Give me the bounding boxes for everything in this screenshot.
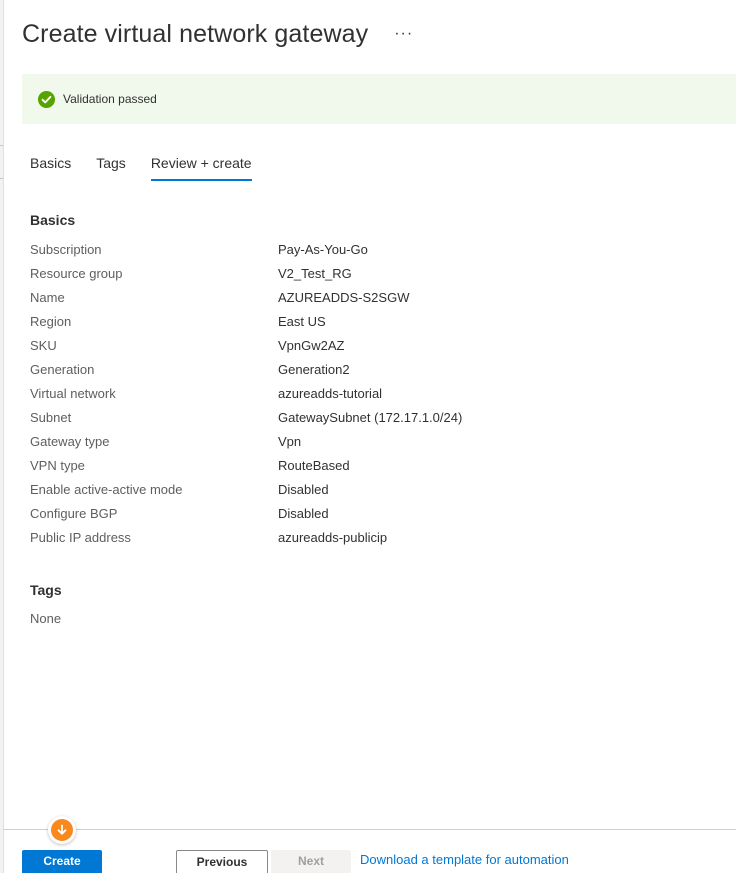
row-label: SKU (30, 338, 57, 353)
row-label: Enable active-active mode (30, 482, 183, 497)
tab-bar: Basics Tags Review + create (30, 148, 277, 182)
rail-divider (0, 145, 3, 146)
summary-row: Subnet GatewaySubnet (172.17.1.0/24) (30, 408, 710, 432)
row-label: VPN type (30, 458, 85, 473)
tab-tags[interactable]: Tags (96, 148, 126, 179)
previous-button[interactable]: Previous (176, 850, 268, 873)
basics-summary: Subscription Pay-As-You-Go Resource grou… (30, 240, 710, 552)
blade: Create virtual network gateway ··· Valid… (0, 0, 736, 873)
row-label: Name (30, 290, 65, 305)
more-options-button[interactable]: ··· (390, 24, 417, 44)
page-title: Create virtual network gateway (22, 19, 369, 48)
row-value: VpnGw2AZ (278, 338, 345, 353)
validation-banner: Validation passed (22, 74, 736, 124)
row-value: Disabled (278, 482, 329, 497)
row-label: Public IP address (30, 530, 131, 545)
next-button: Next (271, 850, 351, 873)
row-label: Region (30, 314, 72, 329)
row-label: Virtual network (30, 386, 116, 401)
tags-heading: Tags (30, 582, 62, 598)
summary-row: Region East US (30, 312, 710, 336)
row-label: Generation (30, 362, 95, 377)
validation-message: Validation passed (63, 92, 157, 106)
summary-row: Configure BGP Disabled (30, 504, 710, 528)
row-value: Generation2 (278, 362, 350, 377)
download-badge-fill (51, 819, 73, 841)
checkmark-circle-icon (38, 90, 55, 108)
left-rail (0, 0, 4, 873)
download-template-link[interactable]: Download a template for automation (360, 852, 569, 867)
tab-review-create[interactable]: Review + create (150, 148, 252, 181)
row-value: Disabled (278, 506, 329, 521)
row-value: RouteBased (278, 458, 350, 473)
summary-row: Generation Generation2 (30, 360, 710, 384)
row-label: Resource group (30, 266, 123, 281)
row-value: GatewaySubnet (172.17.1.0/24) (278, 410, 463, 425)
row-value: V2_Test_RG (278, 266, 352, 281)
summary-row: Gateway type Vpn (30, 432, 710, 456)
summary-row: SKU VpnGw2AZ (30, 336, 710, 360)
create-button[interactable]: Create (22, 850, 102, 873)
summary-row: VPN type RouteBased (30, 456, 710, 480)
row-label: Subnet (30, 410, 72, 425)
tab-basics[interactable]: Basics (30, 148, 71, 179)
summary-row: Virtual network azureadds-tutorial (30, 384, 710, 408)
footer-divider (3, 829, 736, 830)
tags-value: None (30, 611, 62, 626)
row-value: Pay-As-You-Go (278, 242, 368, 257)
row-value: azureadds-tutorial (278, 386, 383, 401)
title-row: Create virtual network gateway ··· (22, 17, 417, 51)
row-value: Vpn (278, 434, 302, 449)
row-value: East US (278, 314, 326, 329)
basics-heading: Basics (30, 212, 76, 228)
row-value: AZUREADDS-S2SGW (278, 290, 410, 305)
summary-row: Public IP address azureadds-publicip (30, 528, 710, 552)
summary-row: Name AZUREADDS-S2SGW (30, 288, 710, 312)
summary-row: Subscription Pay-As-You-Go (30, 240, 710, 264)
summary-row: Enable active-active mode Disabled (30, 480, 710, 504)
row-value: azureadds-publicip (278, 530, 388, 545)
summary-row: Resource group V2_Test_RG (30, 264, 710, 288)
row-label: Configure BGP (30, 506, 118, 521)
row-label: Gateway type (30, 434, 110, 449)
row-label: Subscription (30, 242, 102, 257)
rail-divider (0, 178, 3, 179)
download-arrow-icon[interactable] (48, 816, 76, 844)
